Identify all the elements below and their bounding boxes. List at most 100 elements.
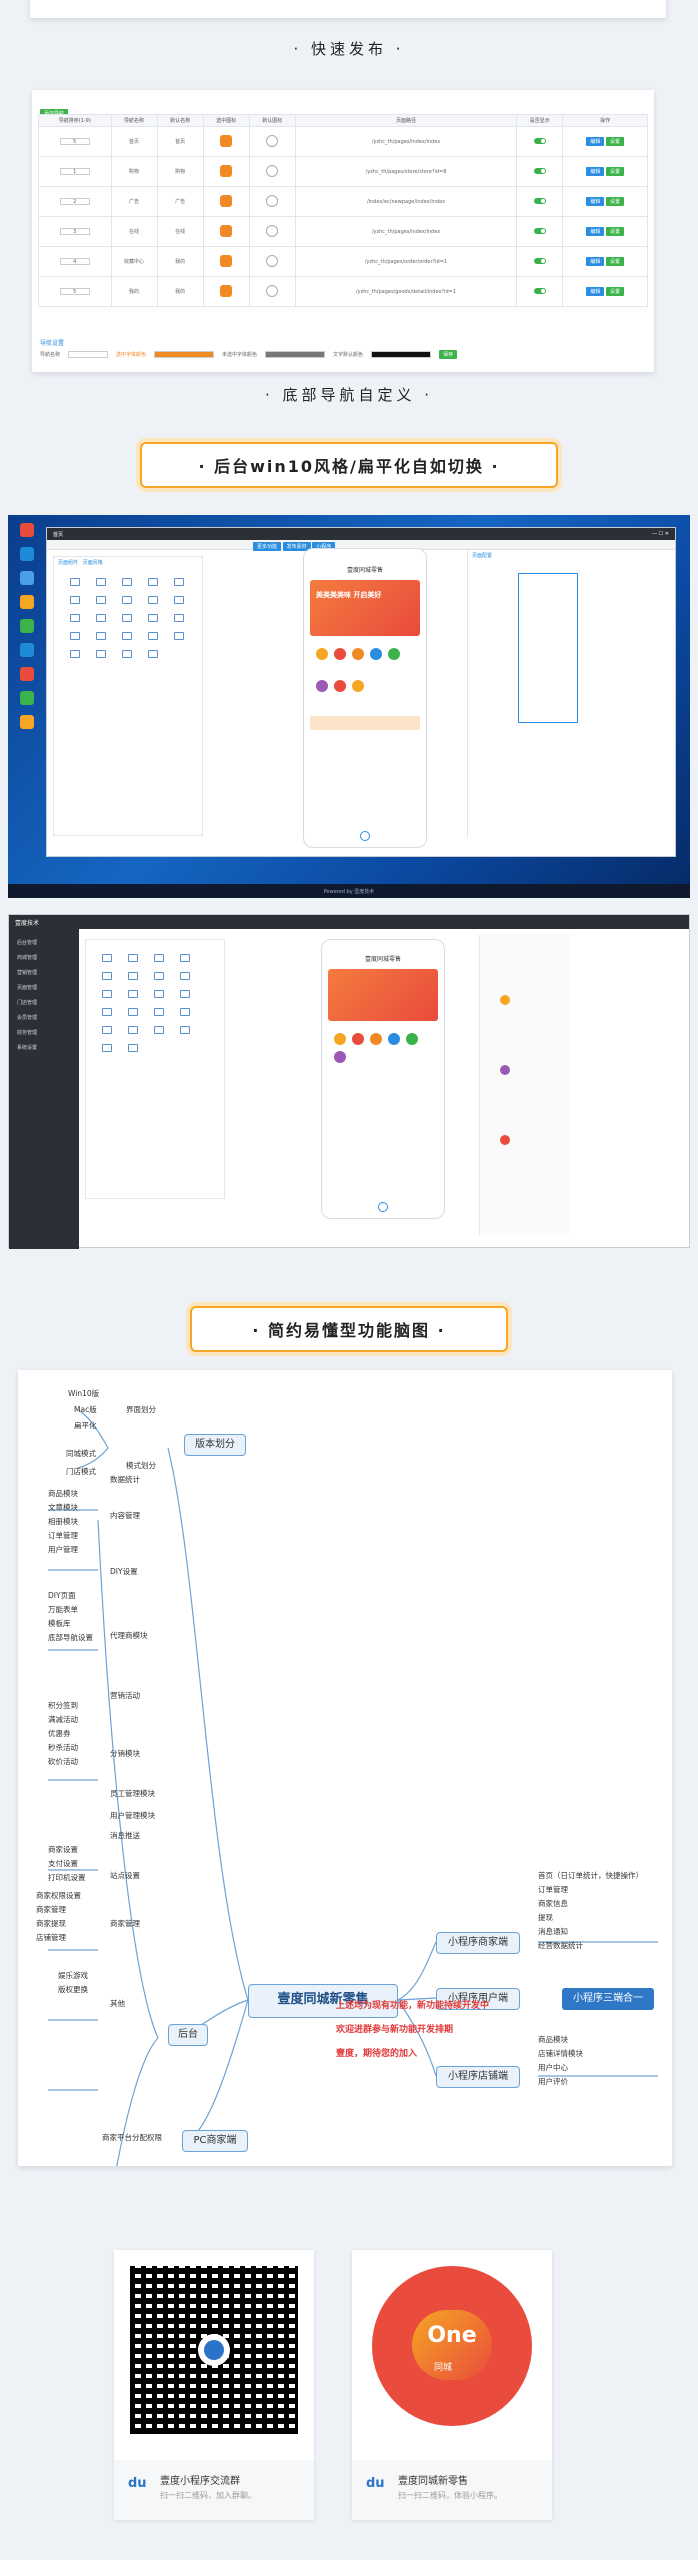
edit-button[interactable]: 编辑	[586, 227, 605, 236]
category-icon[interactable]	[370, 648, 382, 660]
component-icon[interactable]	[122, 632, 132, 640]
color-input-default[interactable]	[371, 351, 432, 358]
default-icon-cell[interactable]	[248, 246, 296, 277]
category-icon[interactable]	[334, 1051, 346, 1063]
color-input-selected[interactable]	[154, 351, 215, 358]
component-icon[interactable]	[128, 1044, 138, 1052]
component-icon[interactable]	[122, 614, 132, 622]
component-icon[interactable]	[96, 650, 106, 658]
category-icon[interactable]	[334, 680, 346, 692]
component-icon[interactable]	[96, 596, 106, 604]
component-icon[interactable]	[128, 1008, 138, 1016]
component-icon[interactable]	[70, 578, 80, 586]
visible-toggle[interactable]	[533, 287, 546, 294]
selected-icon-cell[interactable]	[202, 276, 250, 307]
nav-default-icon[interactable]	[266, 284, 279, 297]
category-icon[interactable]	[370, 1033, 382, 1045]
footer-input[interactable]	[68, 351, 109, 358]
component-icon[interactable]	[174, 632, 184, 640]
flat-promo-banner[interactable]	[328, 969, 438, 1021]
panel-tab[interactable]: 页面组件	[58, 560, 78, 566]
set-button[interactable]: 设置	[605, 257, 624, 266]
set-button[interactable]: 设置	[605, 137, 624, 146]
component-icon[interactable]	[102, 1008, 112, 1016]
component-icon[interactable]	[180, 954, 190, 962]
component-icon[interactable]	[154, 954, 164, 962]
component-icon[interactable]	[180, 990, 190, 998]
component-icon[interactable]	[128, 990, 138, 998]
component-icon[interactable]	[174, 578, 184, 586]
app-icon[interactable]	[20, 619, 34, 633]
sort-cell[interactable]: 5	[38, 126, 112, 157]
category-icon[interactable]	[334, 1033, 346, 1045]
component-icon[interactable]	[180, 1008, 190, 1016]
name-cell[interactable]: 在线	[110, 216, 158, 247]
sort-cell[interactable]: 5	[38, 276, 112, 307]
toolbar-tab[interactable]: 更多功能	[253, 542, 282, 551]
sort-cell[interactable]: 4	[38, 246, 112, 277]
sidebar-menu-item[interactable]: 营销管理	[9, 965, 79, 980]
app-icon[interactable]	[20, 547, 34, 561]
component-icon[interactable]	[154, 990, 164, 998]
nav-default-icon[interactable]	[266, 224, 279, 237]
promo-banner[interactable]: 美美美美味 开启美好	[310, 580, 420, 636]
component-icon[interactable]	[102, 1026, 112, 1034]
category-icon[interactable]	[388, 648, 400, 660]
component-icon[interactable]	[96, 632, 106, 640]
category-icon[interactable]	[352, 648, 364, 660]
category-icon[interactable]	[352, 680, 364, 692]
app-icon[interactable]	[20, 595, 34, 609]
nav-selected-icon[interactable]	[220, 164, 233, 177]
sort-cell[interactable]: 1	[38, 156, 112, 187]
color-dot[interactable]	[500, 1135, 510, 1145]
component-icon[interactable]	[128, 1026, 138, 1034]
app-icon[interactable]	[20, 571, 34, 585]
window-controls[interactable]: — ☐ ✕	[652, 531, 669, 537]
component-icon[interactable]	[148, 596, 158, 604]
panel-tab[interactable]: 页面风格	[83, 560, 103, 566]
sort-cell[interactable]: 3	[38, 216, 112, 247]
visible-cell[interactable]	[516, 186, 564, 217]
component-icon[interactable]	[154, 972, 164, 980]
category-icon[interactable]	[334, 648, 346, 660]
sidebar-menu-item[interactable]: 页面管理	[9, 980, 79, 995]
category-icon[interactable]	[406, 1033, 418, 1045]
edit-button[interactable]: 编辑	[586, 287, 605, 296]
name-cell[interactable]: 首页	[110, 126, 158, 157]
sidebar-menu-item[interactable]: 后台管理	[9, 935, 79, 950]
nav-selected-icon[interactable]	[220, 194, 233, 207]
name-cell[interactable]: 我的	[110, 276, 158, 307]
selected-icon-cell[interactable]	[202, 156, 250, 187]
component-icon[interactable]	[174, 614, 184, 622]
component-icon[interactable]	[154, 1008, 164, 1016]
selected-icon-cell[interactable]	[202, 186, 250, 217]
app-icon[interactable]	[20, 715, 34, 729]
footer-save-button[interactable]: 保存	[439, 350, 458, 359]
color-dot[interactable]	[500, 1065, 510, 1075]
visible-toggle[interactable]	[533, 227, 546, 234]
component-icon[interactable]	[70, 596, 80, 604]
component-icon[interactable]	[70, 614, 80, 622]
category-icon[interactable]	[316, 648, 328, 660]
name-cell[interactable]: 广告	[110, 186, 158, 217]
default-icon-cell[interactable]	[248, 276, 296, 307]
nav-default-icon[interactable]	[266, 194, 279, 207]
edit-button[interactable]: 编辑	[586, 257, 605, 266]
coupon-strip[interactable]	[310, 716, 420, 730]
edit-button[interactable]: 编辑	[586, 137, 605, 146]
default-icon-cell[interactable]	[248, 126, 296, 157]
component-icon[interactable]	[96, 578, 106, 586]
edit-button[interactable]: 编辑	[586, 167, 605, 176]
default-icon-cell[interactable]	[248, 156, 296, 187]
app-icon[interactable]	[20, 691, 34, 705]
nav-default-icon[interactable]	[266, 164, 279, 177]
color-input-unselected[interactable]	[265, 351, 326, 358]
component-icon[interactable]	[148, 614, 158, 622]
component-icon[interactable]	[122, 578, 132, 586]
component-icon[interactable]	[128, 954, 138, 962]
category-icon[interactable]	[352, 1033, 364, 1045]
nav-selected-icon[interactable]	[220, 254, 233, 267]
sidebar-menu-item[interactable]: 门店管理	[9, 995, 79, 1010]
component-icon[interactable]	[102, 990, 112, 998]
component-icon[interactable]	[122, 650, 132, 658]
